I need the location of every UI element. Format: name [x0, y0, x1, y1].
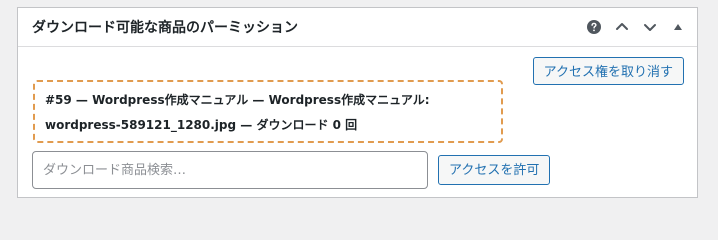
grant-access-row: アクセスを許可	[32, 151, 551, 189]
permission-text: #59 — Wordpress作成マニュアル — Wordpress作成マニュア…	[45, 93, 430, 132]
metabox-header-controls	[585, 18, 687, 36]
downloadable-permissions-metabox: ダウンロード可能な商品のパーミッション アクセス権を取り消す #59 — Wor…	[17, 7, 698, 198]
help-icon[interactable]	[585, 18, 603, 36]
metabox-header: ダウンロード可能な商品のパーミッション	[18, 8, 697, 47]
grant-access-button[interactable]: アクセスを許可	[438, 155, 551, 185]
revoke-access-button[interactable]: アクセス権を取り消す	[532, 57, 684, 85]
metabox-title: ダウンロード可能な商品のパーミッション	[32, 20, 298, 36]
metabox-body: アクセス権を取り消す #59 — Wordpress作成マニュアル — Word…	[18, 47, 697, 197]
collapse-triangle-icon[interactable]	[669, 18, 687, 36]
chevron-down-icon[interactable]	[641, 18, 659, 36]
chevron-up-icon[interactable]	[613, 18, 631, 36]
download-product-search-input[interactable]	[32, 151, 428, 189]
download-permission-item: #59 — Wordpress作成マニュアル — Wordpress作成マニュア…	[33, 80, 503, 143]
